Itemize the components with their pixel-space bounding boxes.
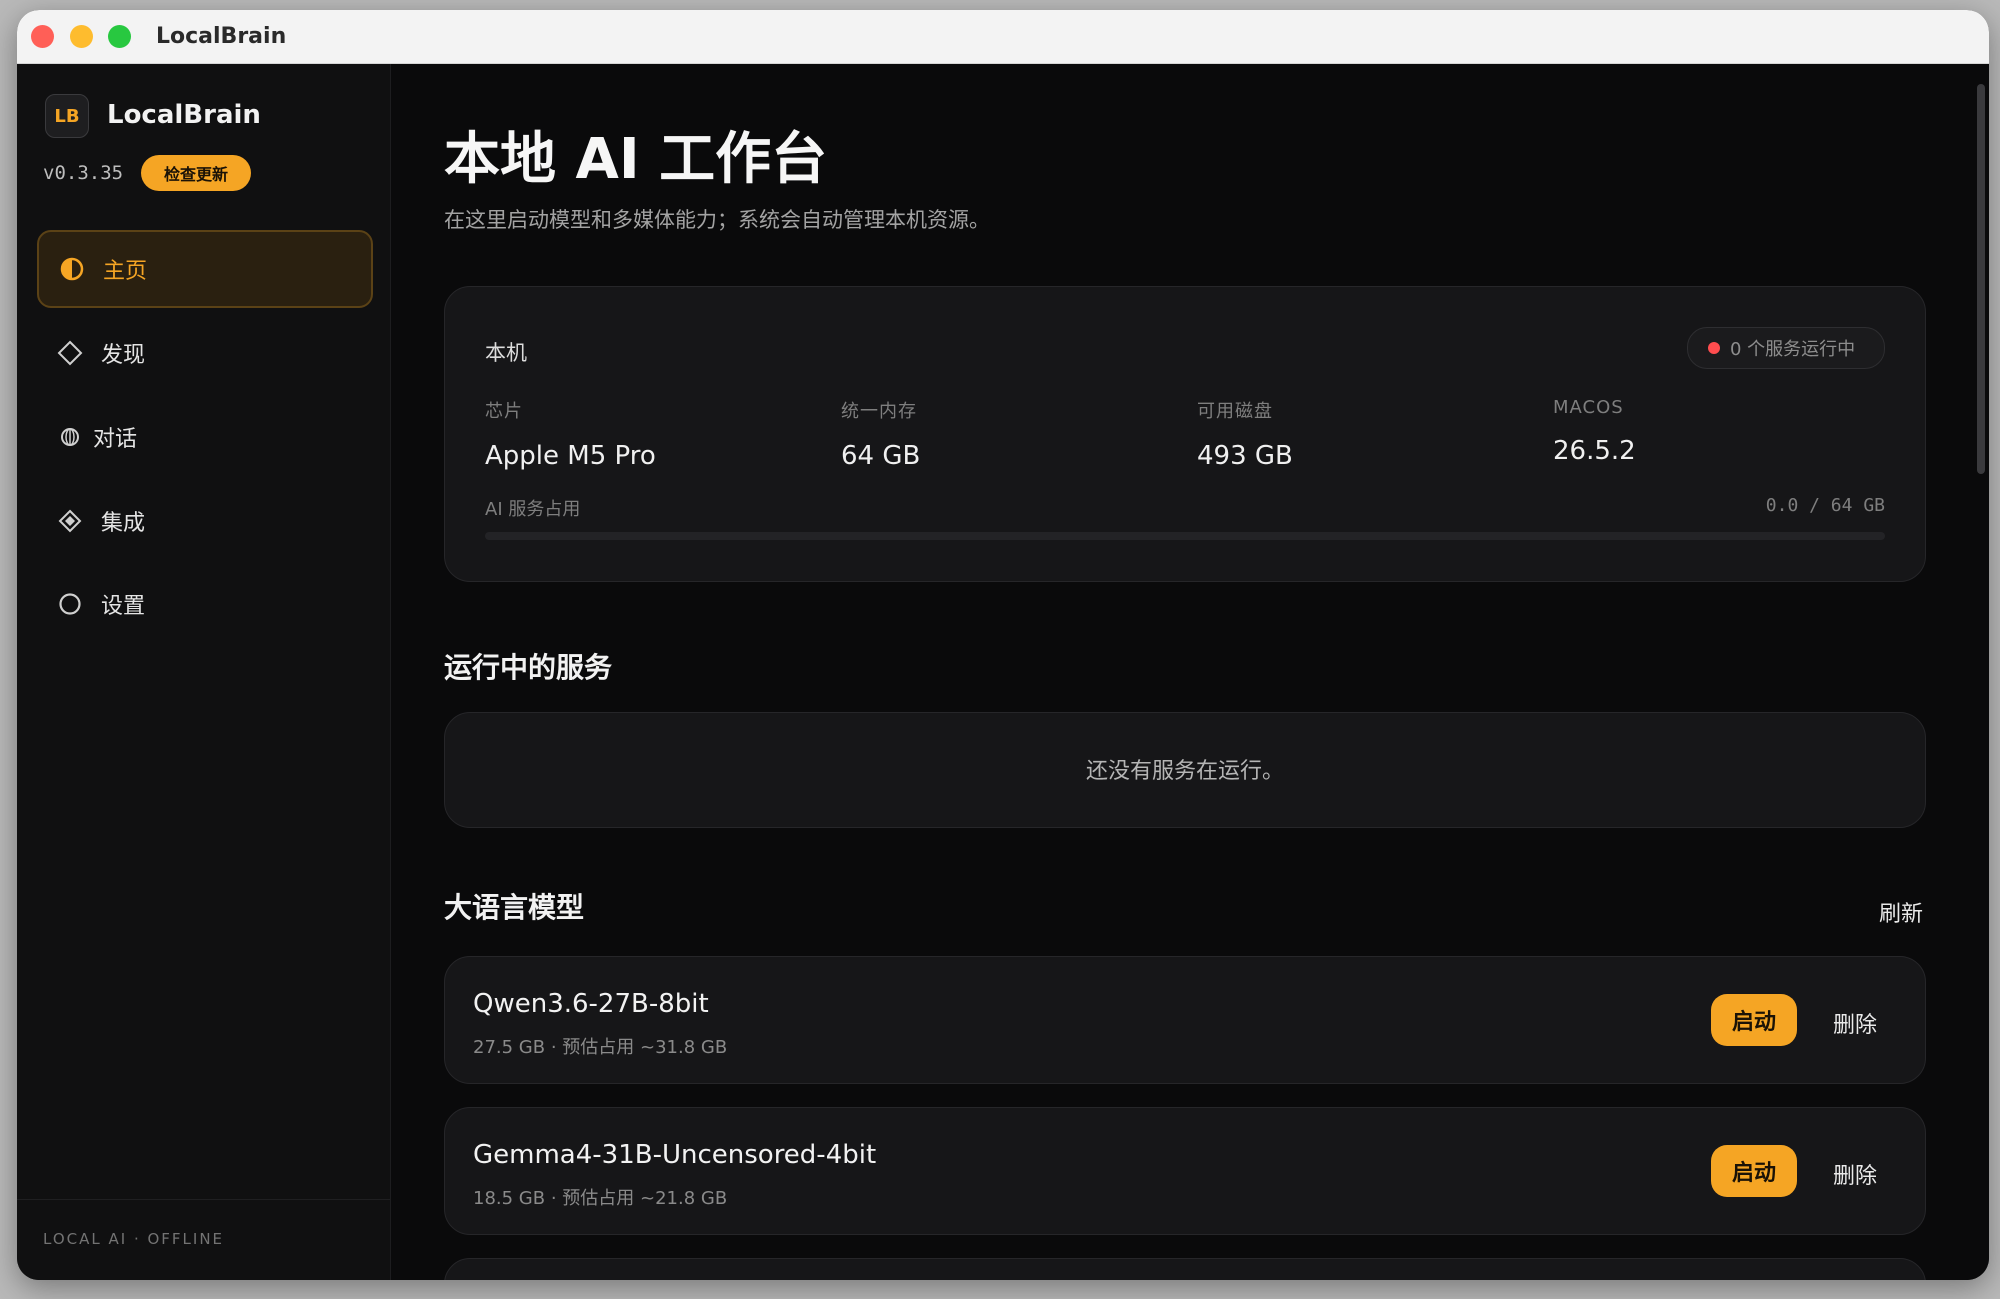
host-label: 本机 [485, 341, 527, 365]
empty-state-text: 还没有服务在运行。 [1085, 759, 1284, 784]
minimize-window-button[interactable] [70, 25, 93, 48]
sidebar-item-label: 发现 [101, 343, 146, 368]
sidebar-item-discover[interactable]: 发现 [37, 316, 369, 390]
host-info-card: 本机 0 个服务运行中 芯片 Apple M5 Pro 统一内存 64 GB 可… [444, 286, 1926, 582]
running-services-title: 运行中的服务 [444, 651, 613, 684]
spec-value: Apple M5 Pro [485, 441, 656, 471]
model-name: Qwen3.6-27B-8bit [473, 989, 709, 1019]
check-update-button[interactable]: 检查更新 [141, 155, 251, 191]
delete-model-button[interactable]: 删除 [1833, 1007, 1877, 1039]
app-window: LocalBrain LB LocalBrain v0.3.35 检查更新 主页… [17, 10, 1989, 1280]
circle-outline-icon [57, 591, 83, 617]
refresh-button[interactable]: 刷新 [1879, 896, 1923, 928]
diamond-filled-icon [57, 508, 83, 534]
spec-label: 可用磁盘 [1197, 401, 1273, 422]
sidebar-footer: LOCAL AI · OFFLINE [17, 1199, 390, 1280]
maximize-window-button[interactable] [108, 25, 131, 48]
main-scrollbar[interactable] [1977, 84, 1985, 474]
version-label: v0.3.35 [43, 162, 124, 184]
usage-label: AI 服务占用 [485, 499, 581, 520]
spec-value: 493 GB [1197, 441, 1293, 471]
page-title: 本地 AI 工作台 [444, 127, 828, 192]
app-name: LocalBrain [107, 100, 261, 130]
sidebar-item-label: 设置 [101, 594, 146, 619]
diamond-outline-icon [57, 340, 83, 366]
usage-progress-bar [485, 532, 1885, 540]
sidebar-item-label: 集成 [101, 511, 146, 536]
spec-label: 芯片 [485, 401, 523, 422]
sidebar-item-integrations[interactable]: 集成 [37, 484, 369, 558]
spec-chip: 芯片 Apple M5 Pro [485, 397, 656, 471]
sidebar-item-home[interactable]: 主页 [37, 230, 373, 308]
spec-value: 26.5.2 [1553, 436, 1636, 466]
model-name: Gemma4-31B-Uncensored-4bit [473, 1140, 877, 1170]
delete-model-button[interactable]: 删除 [1833, 1158, 1877, 1190]
spec-label: 统一内存 [841, 401, 917, 422]
running-services-card: 还没有服务在运行。 [444, 712, 1926, 828]
half-circle-icon [59, 256, 85, 282]
start-model-button[interactable]: 启动 [1711, 994, 1797, 1046]
model-meta: 18.5 GB · 预估占用 ~21.8 GB [473, 1188, 728, 1209]
usage-value: 0.0 / 64 GB [1765, 495, 1885, 516]
window-title: LocalBrain [156, 24, 287, 49]
sidebar: LB LocalBrain v0.3.35 检查更新 主页 发现 对话 集成 设… [17, 64, 391, 1280]
spec-disk: 可用磁盘 493 GB [1197, 397, 1293, 471]
model-meta: 27.5 GB · 预估占用 ~31.8 GB [473, 1037, 728, 1058]
spec-value: 64 GB [841, 441, 921, 471]
spec-macos: MACOS 26.5.2 [1553, 397, 1636, 466]
spec-label: MACOS [1553, 397, 1624, 418]
globe-icon [57, 424, 83, 450]
sidebar-item-chat[interactable]: 对话 [37, 400, 369, 474]
model-card: Gemma4-31B-Uncensored-4bit 18.5 GB · 预估占… [444, 1107, 1926, 1235]
close-window-button[interactable] [31, 25, 54, 48]
page-subtitle: 在这里启动模型和多媒体能力；系统会自动管理本机资源。 [444, 208, 990, 232]
status-badge: 0 个服务运行中 [1687, 327, 1885, 369]
main-content: 本地 AI 工作台 在这里启动模型和多媒体能力；系统会自动管理本机资源。 本机 … [391, 64, 1989, 1280]
status-text: 0 个服务运行中 [1730, 339, 1856, 360]
offline-status-text: LOCAL AI · OFFLINE [43, 1230, 225, 1248]
title-bar: LocalBrain [17, 10, 1989, 64]
sidebar-item-label: 对话 [93, 427, 138, 452]
model-card-partial [444, 1258, 1926, 1280]
status-dot-icon [1708, 342, 1720, 354]
start-model-button[interactable]: 启动 [1711, 1145, 1797, 1197]
app-logo: LB [45, 94, 89, 138]
model-card: Qwen3.6-27B-8bit 27.5 GB · 预估占用 ~31.8 GB… [444, 956, 1926, 1084]
sidebar-item-label: 主页 [103, 259, 148, 284]
spec-memory: 统一内存 64 GB [841, 397, 920, 471]
sidebar-item-settings[interactable]: 设置 [37, 567, 369, 641]
llm-section-title: 大语言模型 [444, 891, 585, 924]
